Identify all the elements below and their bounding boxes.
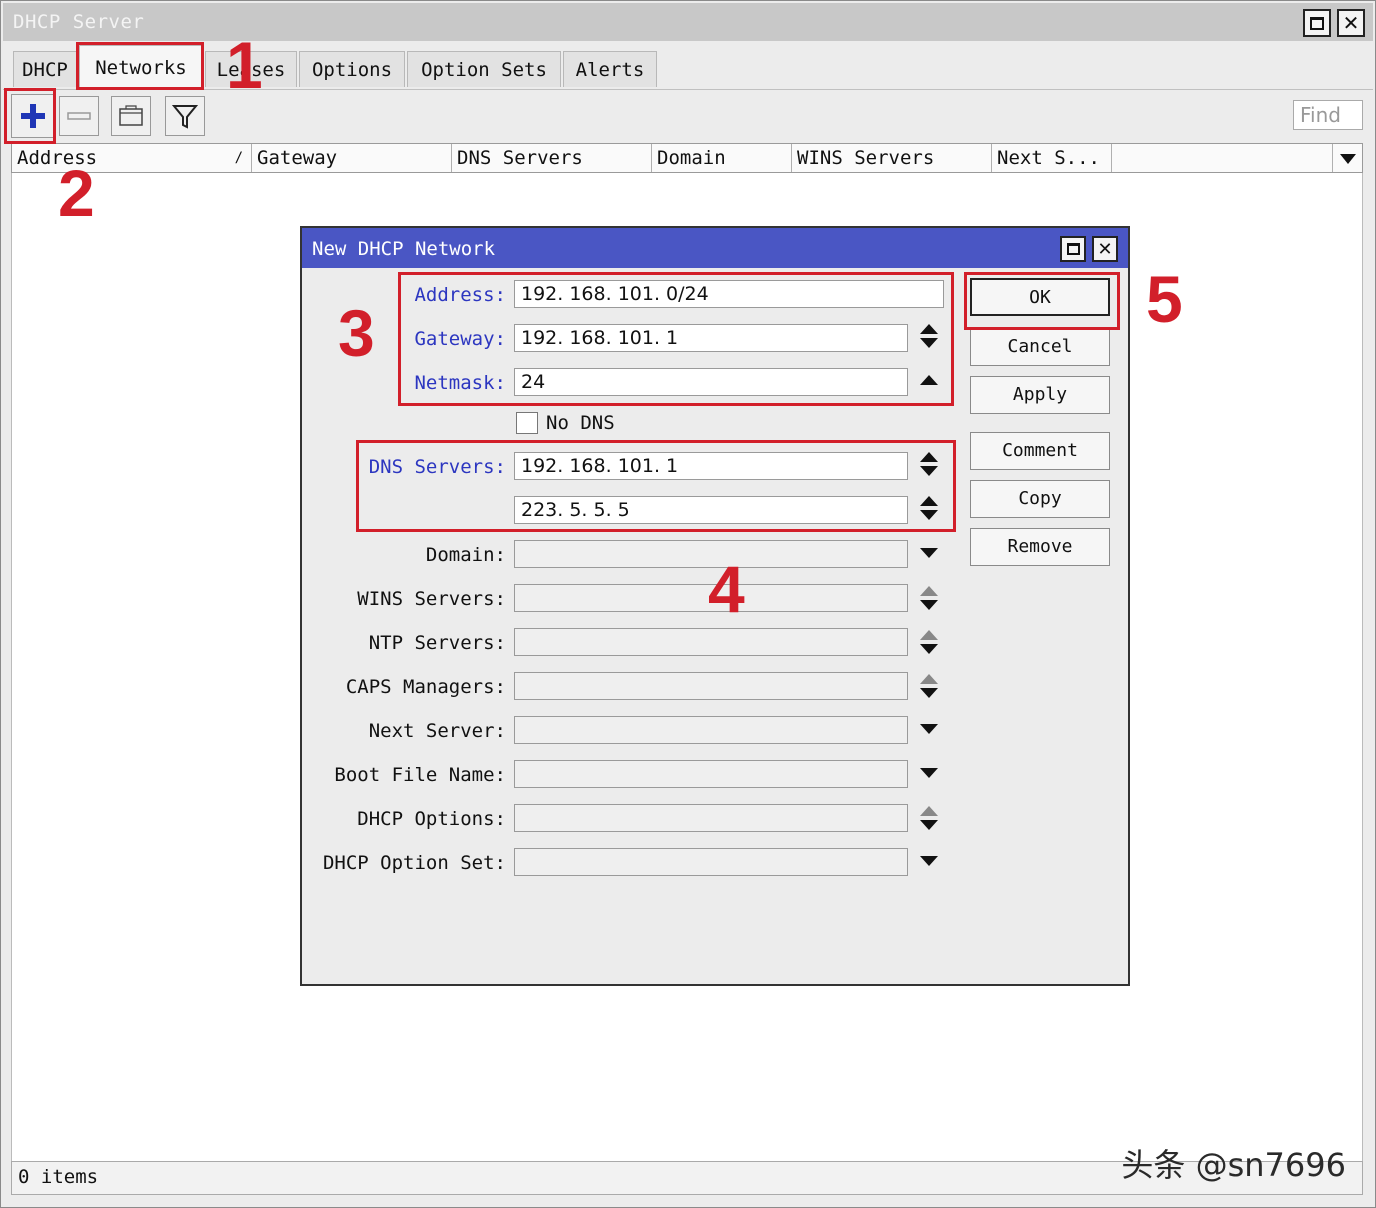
- column-next-server[interactable]: Next S...: [992, 144, 1112, 172]
- ntp-servers-input[interactable]: [514, 628, 908, 656]
- dhcp-option-set-input[interactable]: [514, 848, 908, 876]
- ntp-servers-label: NTP Servers:: [368, 632, 506, 654]
- caps-managers-label: CAPS Managers:: [345, 676, 506, 698]
- annotation-number-1: 1: [226, 28, 263, 102]
- boot-file-name-input[interactable]: [514, 760, 908, 788]
- updown-arrows-icon[interactable]: [918, 672, 940, 700]
- dialog-close-button[interactable]: ✕: [1092, 236, 1118, 262]
- no-dns-checkbox[interactable]: [516, 412, 538, 434]
- domain-label: Domain:: [425, 544, 506, 566]
- toolbar: Find: [3, 89, 1373, 144]
- column-gateway[interactable]: Gateway: [252, 144, 452, 172]
- no-dns-label: No DNS: [546, 412, 615, 434]
- annotation-number-2: 2: [58, 156, 95, 230]
- tab-dhcp[interactable]: DHCP: [13, 51, 77, 87]
- annotation-number-4: 4: [708, 552, 745, 626]
- dialog-maximize-button[interactable]: [1060, 236, 1086, 262]
- chevron-down-icon[interactable]: [918, 546, 940, 560]
- window-titlebar[interactable]: DHCP Server ✕: [3, 3, 1373, 41]
- column-dns-servers[interactable]: DNS Servers: [452, 144, 652, 172]
- note-icon: [119, 105, 143, 126]
- updown-arrows-icon[interactable]: [918, 628, 940, 656]
- find-input[interactable]: Find: [1293, 100, 1363, 130]
- sort-indicator: /: [234, 150, 243, 166]
- dhcp-options-label: DHCP Options:: [357, 808, 506, 830]
- comment-button[interactable]: [111, 96, 151, 136]
- chevron-down-icon[interactable]: [918, 854, 940, 868]
- filter-button[interactable]: [165, 96, 205, 136]
- minus-icon: [67, 112, 91, 120]
- annotation-box-networks-tab: [76, 42, 204, 90]
- apply-button[interactable]: Apply: [970, 376, 1110, 414]
- window-title: DHCP Server: [13, 11, 145, 33]
- updown-arrows-icon[interactable]: [918, 804, 940, 832]
- boot-file-name-label: Boot File Name:: [334, 764, 506, 786]
- copy-button[interactable]: Copy: [970, 480, 1110, 518]
- column-address[interactable]: Address /: [12, 144, 252, 172]
- tab-options[interactable]: Options: [299, 51, 405, 87]
- filter-icon: [171, 105, 199, 129]
- items-count: 0 items: [18, 1166, 99, 1188]
- maximize-button[interactable]: [1303, 9, 1331, 37]
- close-icon: ✕: [1097, 238, 1113, 260]
- dhcp-options-input[interactable]: [514, 804, 908, 832]
- close-icon: ✕: [1342, 11, 1360, 35]
- dialog-title: New DHCP Network: [312, 238, 496, 260]
- caps-managers-input[interactable]: [514, 672, 908, 700]
- cancel-button[interactable]: Cancel: [970, 328, 1110, 366]
- remove-button-dialog[interactable]: Remove: [970, 528, 1110, 566]
- table-header: Address / Gateway DNS Servers Domain WIN…: [11, 143, 1363, 173]
- chevron-down-icon[interactable]: [918, 722, 940, 736]
- annotation-box-ok-button: [964, 272, 1120, 330]
- wins-servers-label: WINS Servers:: [357, 588, 506, 610]
- remove-button[interactable]: [59, 96, 99, 136]
- column-domain[interactable]: Domain: [652, 144, 792, 172]
- next-server-input[interactable]: [514, 716, 908, 744]
- annotation-box-dns-fields: [356, 440, 956, 532]
- dialog-titlebar[interactable]: New DHCP Network ✕: [302, 228, 1128, 268]
- annotation-number-5: 5: [1146, 262, 1183, 336]
- column-wins-servers[interactable]: WINS Servers: [792, 144, 992, 172]
- annotation-number-3: 3: [338, 296, 375, 370]
- tab-option-sets[interactable]: Option Sets: [407, 51, 561, 87]
- maximize-icon: [1310, 16, 1324, 30]
- next-server-label: Next Server:: [368, 720, 506, 742]
- columns-menu-button[interactable]: [1332, 144, 1362, 172]
- tab-alerts[interactable]: Alerts: [563, 51, 657, 87]
- chevron-down-icon: [1340, 154, 1356, 164]
- maximize-icon: [1066, 243, 1080, 255]
- chevron-down-icon[interactable]: [918, 766, 940, 780]
- close-button[interactable]: ✕: [1337, 9, 1365, 37]
- comment-button-dialog[interactable]: Comment: [970, 432, 1110, 470]
- annotation-box-address-fields: [398, 272, 954, 406]
- updown-arrows-icon[interactable]: [918, 584, 940, 612]
- dhcp-option-set-label: DHCP Option Set:: [322, 852, 506, 874]
- annotation-box-add-button: [4, 88, 56, 144]
- watermark: 头条 @sn7696: [1121, 1146, 1346, 1184]
